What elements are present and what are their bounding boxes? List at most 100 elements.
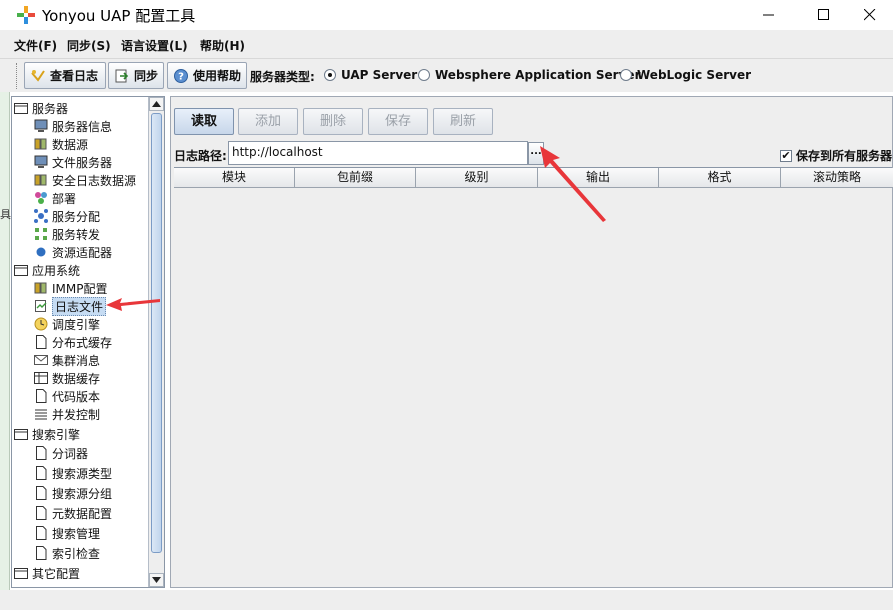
tree-item-security-log-datasource[interactable]: 安全日志数据源 [34,171,136,189]
tree-item-concurrency-control[interactable]: 并发控制 [34,405,100,423]
column-header-format[interactable]: 格式 [659,168,781,188]
network-icon [34,209,48,223]
tree-item-search-source-type[interactable]: 搜索源类型 [34,464,112,482]
deploy-icon [35,192,47,204]
tree-scrollbar[interactable] [148,97,164,587]
tree-group-application[interactable]: 应用系统 [14,261,80,279]
folder-open-icon [14,429,28,440]
adapter-icon [36,247,46,257]
clock-icon [34,317,48,331]
tree-group-server[interactable]: 服务器 [14,99,68,117]
tree-group-search-engine[interactable]: 搜索引擎 [14,425,80,443]
close-button[interactable] [847,0,893,30]
list-icon [35,409,47,420]
tree-item-service-forward[interactable]: 服务转发 [34,225,100,243]
help-button[interactable]: ? 使用帮助 [167,62,247,89]
tree-item-service-allocation[interactable]: 服务分配 [34,207,100,225]
file-icon [36,389,47,403]
mail-icon [34,355,48,365]
save-to-all-servers-label: 保存到所有服务器 [796,149,893,163]
svg-text:?: ? [178,71,184,82]
save-button[interactable]: 保存 [368,108,428,135]
log-config-table[interactable]: 模块 包前缀 级别 输出 格式 滚动策略 [174,167,893,586]
radio-label: Websphere Application Server [435,68,641,82]
tree-item-metadata-config[interactable]: 元数据配置 [34,504,112,522]
toolbar-grip[interactable] [16,63,20,89]
view-log-button[interactable]: 查看日志 [24,62,106,89]
tree-item-file-server[interactable]: 文件服务器 [34,153,112,171]
maximize-button[interactable] [801,0,847,30]
radio-dot [620,69,632,81]
tree-item-server-info[interactable]: 服务器信息 [34,117,112,135]
read-button[interactable]: 读取 [174,108,234,135]
refresh-button[interactable]: 刷新 [433,108,493,135]
table-icon [34,372,48,384]
log-path-input[interactable]: http://localhost [228,141,528,165]
monitor-icon [34,155,48,168]
tree-item-search-management[interactable]: 搜索管理 [34,524,100,542]
add-button[interactable]: 添加 [238,108,298,135]
tree-item-distributed-cache[interactable]: 分布式缓存 [34,333,112,351]
radio-uap-server[interactable]: UAP Server [324,68,417,82]
tree-item-data-cache[interactable]: 数据缓存 [34,369,100,387]
file-icon [36,446,47,460]
tree-item-cluster-message[interactable]: 集群消息 [34,351,100,369]
file-icon [36,506,47,520]
sync-icon [115,69,129,82]
column-header-package-prefix[interactable]: 包前缀 [295,168,416,188]
folder-open-icon [14,568,28,579]
radio-weblogic[interactable]: WebLogic Server [620,68,751,82]
tree-item-immp-config[interactable]: IMMP配置 [34,279,107,297]
sync-button[interactable]: 同步 [108,62,164,89]
maximize-icon [818,9,829,20]
status-bar [0,590,893,610]
server-type-label: 服务器类型: [250,70,315,84]
tree-item-resource-adapter[interactable]: 资源适配器 [34,243,112,261]
tree-item-deploy[interactable]: 部署 [34,189,76,207]
toolbar: 查看日志 同步 ? 使用帮助 服务器类型: UAP Server Websphe… [0,58,893,92]
minimize-button[interactable] [746,0,792,30]
radio-dot [324,69,336,81]
scroll-down-button[interactable] [149,573,164,587]
forward-icon [35,228,47,240]
tree-item-index-check[interactable]: 索引检查 [34,544,100,562]
menu-file[interactable]: 文件(F) [14,37,57,54]
view-log-icon [31,69,45,82]
scroll-up-button[interactable] [149,97,164,111]
tree-group-other-config[interactable]: 其它配置 [14,564,80,582]
datasource-icon [34,282,47,294]
browse-button[interactable]: ... [528,142,544,165]
close-icon [864,9,876,21]
radio-dot [418,69,430,81]
column-header-level[interactable]: 级别 [416,168,538,188]
window-title: Yonyou UAP 配置工具 [42,7,196,25]
tree-item-search-source-group[interactable]: 搜索源分组 [34,484,112,502]
radio-websphere[interactable]: Websphere Application Server [418,68,640,82]
tree-item-log-file[interactable]: 日志文件 [34,296,107,316]
tree-item-datasource[interactable]: 数据源 [34,135,88,153]
tree-item-schedule-engine[interactable]: 调度引擎 [34,315,100,333]
column-header-output[interactable]: 输出 [538,168,659,188]
column-header-rolling-policy[interactable]: 滚动策略 [781,168,893,188]
checkbox-box: ✔ [780,148,792,162]
scroll-thumb[interactable] [151,113,162,553]
menu-language[interactable]: 语言设置(L) [121,37,188,54]
log-file-icon [35,300,47,312]
help-icon: ? [174,68,188,83]
tree-item-code-version[interactable]: 代码版本 [34,387,100,405]
file-icon [36,526,47,540]
file-icon [36,466,47,480]
sync-label: 同步 [134,69,159,83]
delete-button[interactable]: 删除 [303,108,363,135]
column-header-module[interactable]: 模块 [174,168,295,188]
tree-item-tokenizer[interactable]: 分词器 [34,444,88,462]
menu-sync[interactable]: 同步(S) [67,37,111,54]
yonyou-logo-icon [17,6,35,24]
folder-open-icon [14,103,28,114]
config-tree[interactable]: 服务器 服务器信息 数据源 文件服务器 安全日志数据源 部署 服务分配 服务转发… [11,96,165,588]
menu-help[interactable]: 帮助(H) [200,37,245,54]
log-path-label: 日志路径: [174,149,227,163]
save-to-all-servers-checkbox[interactable]: ✔ 保存到所有服务器 [780,147,892,164]
radio-label: WebLogic Server [637,68,751,82]
file-icon [36,335,47,349]
